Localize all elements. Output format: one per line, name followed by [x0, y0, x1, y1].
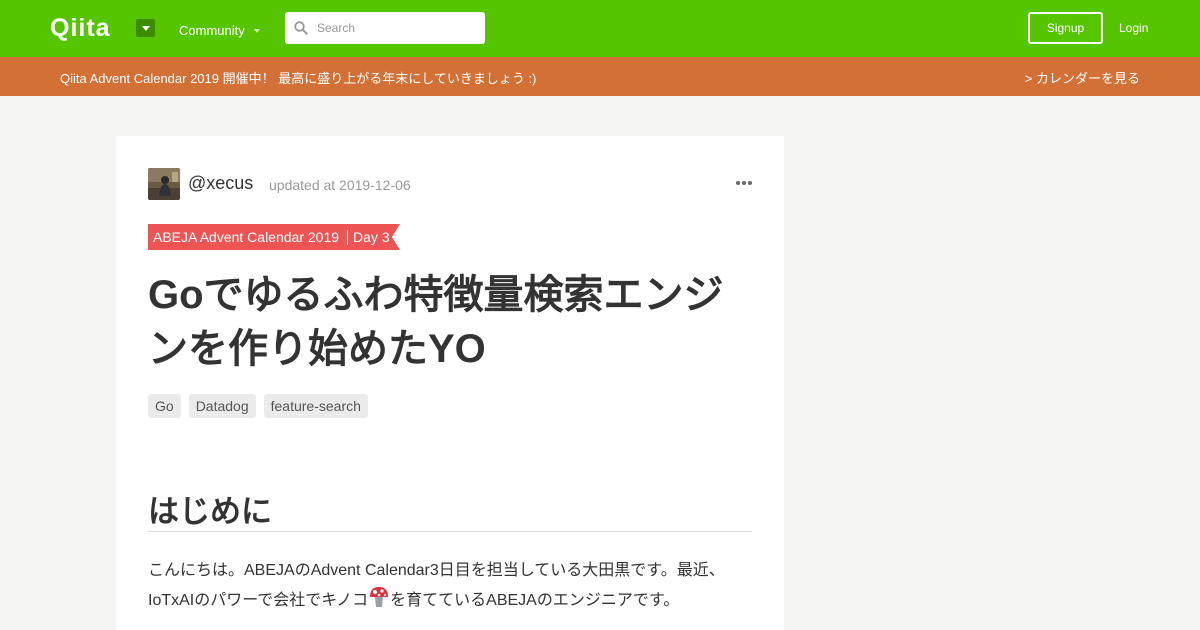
- logo-menu-toggle[interactable]: [136, 19, 155, 37]
- search-icon: [294, 21, 308, 35]
- dot: [748, 181, 752, 185]
- more-options-icon[interactable]: [736, 180, 752, 186]
- calendar-day: Day 3: [353, 229, 390, 245]
- global-header: Qiita Community Signup Login: [0, 0, 1200, 57]
- ribbon-tail: [391, 224, 400, 250]
- mushroom-icon: [370, 587, 389, 607]
- community-menu[interactable]: Community: [179, 20, 260, 40]
- qiita-logo[interactable]: Qiita: [50, 14, 126, 42]
- author-username[interactable]: @xecus: [188, 173, 253, 194]
- dot: [736, 181, 740, 185]
- updated-date: updated at 2019-12-06: [269, 177, 411, 193]
- calendar-name: ABEJA Advent Calendar 2019: [153, 229, 340, 245]
- search-box: [285, 12, 485, 44]
- article-card: @xecus updated at 2019-12-06 ABEJA Adven…: [116, 136, 784, 630]
- tag-go[interactable]: Go: [148, 394, 181, 418]
- signup-button[interactable]: Signup: [1028, 12, 1103, 44]
- avatar[interactable]: [148, 168, 180, 200]
- calendar-link[interactable]: > カレンダーを見る: [1025, 68, 1140, 87]
- search-input[interactable]: [317, 12, 477, 44]
- login-link[interactable]: Login: [1119, 20, 1148, 36]
- community-label: Community: [179, 22, 245, 38]
- ribbon-body: ABEJA Advent Calendar 2019 Day 3: [148, 224, 392, 250]
- tag-list: Go Datadog feature-search: [148, 394, 368, 418]
- section-heading: はじめに: [148, 486, 752, 532]
- tag-feature-search[interactable]: feature-search: [263, 394, 368, 418]
- caret-down-icon: [141, 25, 150, 31]
- dot: [742, 181, 746, 185]
- caret-down-icon: [253, 28, 260, 33]
- ribbon-divider: [347, 229, 349, 245]
- svg-text:Qiita: Qiita: [50, 14, 111, 42]
- banner-text: Qiita Advent Calendar 2019 開催中！ 最高に盛り上がる…: [60, 71, 537, 86]
- tag-datadog[interactable]: Datadog: [188, 394, 256, 418]
- advent-calendar-ribbon[interactable]: ABEJA Advent Calendar 2019 Day 3: [148, 224, 400, 250]
- intro-paragraph: こんにちは。ABEJAのAdvent Calendar3日目を担当している大田黒…: [148, 556, 752, 616]
- article-title: Goでゆるふわ特徴量検索エンジンを作り始めたYO: [148, 273, 724, 371]
- announcement-banner: Qiita Advent Calendar 2019 開催中！ 最高に盛り上がる…: [0, 57, 1200, 96]
- intro-text-end: を育てているABEJAのエンジニアです。: [390, 592, 680, 609]
